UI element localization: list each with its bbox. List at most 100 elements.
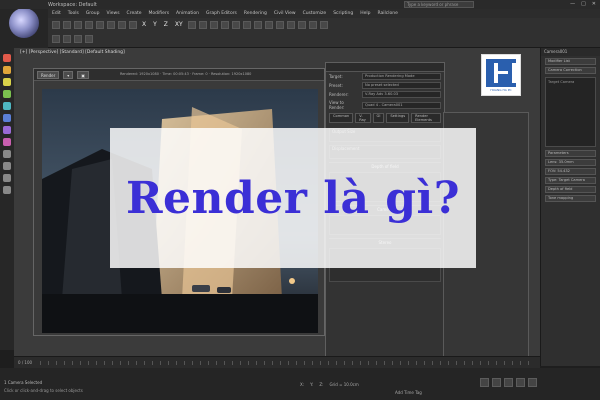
menu-item-edit[interactable]: Edit	[52, 11, 61, 16]
preset-field: Preset: No preset selected	[326, 81, 444, 90]
y-coord-label[interactable]: Y:	[310, 382, 313, 387]
search-input[interactable]: Type a keyword or phrase	[404, 1, 474, 8]
go-to-start-icon[interactable]	[480, 378, 489, 387]
axis-xy-button[interactable]: XY	[173, 21, 185, 29]
tab-render-elements[interactable]: Render Elements	[411, 113, 441, 123]
menu-item-group[interactable]: Group	[86, 11, 100, 16]
snap-icon[interactable]	[220, 21, 229, 29]
tone-mapping-rollout[interactable]: Tone mapping	[545, 195, 596, 202]
go-to-end-icon[interactable]	[528, 378, 537, 387]
render-frame-icon[interactable]	[308, 21, 317, 29]
frame-counter[interactable]: 0 / 100	[18, 360, 32, 365]
dof-rollout[interactable]: Depth of field	[545, 186, 596, 193]
rotate-icon[interactable]	[198, 21, 207, 29]
tab-gi[interactable]: GI	[372, 113, 385, 123]
create-geometry-icon[interactable]	[3, 54, 11, 62]
menu-item-scripting[interactable]: Scripting	[333, 11, 353, 16]
save-icon[interactable]: ▣	[77, 70, 90, 79]
target-field: Target: Production Rendering Mode	[326, 72, 444, 81]
angle-snap-icon[interactable]	[231, 21, 240, 29]
tool-icon[interactable]	[3, 150, 11, 158]
filter-icon[interactable]	[63, 35, 71, 43]
create-lights-icon[interactable]	[3, 78, 11, 86]
scene-explorer-icon[interactable]	[52, 35, 60, 43]
maximize-button[interactable]: □	[581, 1, 586, 7]
align-icon[interactable]	[264, 21, 273, 29]
menu-item-graph-editors[interactable]: Graph Editors	[206, 11, 237, 16]
minimize-button[interactable]: —	[570, 1, 575, 7]
viewport-label[interactable]: [+] [Perspective] [Standard] [Default Sh…	[20, 50, 125, 55]
menu-item-create[interactable]: Create	[127, 11, 142, 16]
target-dropdown[interactable]: Production Rendering Mode	[362, 73, 441, 80]
fov-field[interactable]: FOV: 54.432	[545, 168, 596, 175]
unlink-icon[interactable]	[85, 21, 93, 29]
modifier-stack[interactable]: Target Camera	[545, 77, 596, 147]
view-to-render-dropdown[interactable]: Quad 4 - Camera001	[362, 101, 441, 109]
render-setup-tabs: Common V-Ray GI Settings Render Elements	[326, 111, 444, 125]
render-teapot-icon[interactable]	[319, 21, 328, 29]
parameters-rollout[interactable]: Parameters	[545, 150, 596, 157]
render-setup-icon[interactable]	[297, 21, 306, 29]
next-frame-icon[interactable]	[516, 378, 525, 387]
menu-bar: Edit Tools Group Views Create Modifiers …	[48, 9, 600, 18]
channel-dropdown[interactable]: ▾	[63, 70, 74, 79]
undo-icon[interactable]	[52, 21, 60, 29]
menu-item-help[interactable]: Help	[360, 11, 370, 16]
menu-item-animation[interactable]: Animation	[176, 11, 199, 16]
tool-icon[interactable]	[3, 174, 11, 182]
space-warps-icon[interactable]	[3, 114, 11, 122]
tab-common[interactable]: Common	[329, 113, 354, 123]
modifier-list-dropdown[interactable]: Modifier List	[545, 58, 596, 65]
axis-z-button[interactable]: Z	[162, 21, 170, 29]
x-coord-label[interactable]: X:	[300, 382, 304, 387]
play-icon[interactable]	[504, 378, 513, 387]
select-by-name-icon[interactable]	[118, 21, 126, 29]
axis-y-button[interactable]: Y	[151, 21, 159, 29]
close-button[interactable]: ✕	[592, 1, 596, 7]
bind-icon[interactable]	[96, 21, 104, 29]
menu-item-railclone[interactable]: Railclone	[377, 11, 397, 16]
paint-icon[interactable]	[3, 138, 11, 146]
layer-icon[interactable]	[275, 21, 284, 29]
timeline[interactable]: 0 / 100	[14, 356, 540, 368]
create-helpers-icon[interactable]	[3, 102, 11, 110]
tab-vray[interactable]: V-Ray	[355, 113, 371, 123]
timeline-ticks[interactable]	[40, 360, 532, 365]
axis-x-button[interactable]: X	[140, 21, 148, 29]
render-button[interactable]: Render	[37, 70, 60, 79]
lens-field[interactable]: Lens: 35.0mm	[545, 159, 596, 166]
modifier-stack-item[interactable]: Target Camera	[548, 80, 574, 84]
mirror-icon[interactable]	[253, 21, 262, 29]
scale-icon[interactable]	[209, 21, 218, 29]
redo-icon[interactable]	[63, 21, 71, 29]
object-name[interactable]: Camera001	[541, 48, 600, 56]
tab-settings[interactable]: Settings	[386, 113, 410, 123]
tool-icon[interactable]	[3, 186, 11, 194]
renderer-field: Renderer: V-Ray Adv 3.60.03	[326, 90, 444, 99]
display-icon[interactable]	[74, 35, 82, 43]
menu-item-rendering[interactable]: Rendering	[244, 11, 267, 16]
renderer-dropdown[interactable]: V-Ray Adv 3.60.03	[362, 91, 441, 98]
tool-icon[interactable]	[3, 162, 11, 170]
menu-item-customize[interactable]: Customize	[303, 11, 327, 16]
previous-frame-icon[interactable]	[492, 378, 501, 387]
menu-item-modifiers[interactable]: Modifiers	[149, 11, 170, 16]
link-icon[interactable]	[74, 21, 82, 29]
preset-dropdown[interactable]: No preset selected	[362, 82, 441, 89]
camera-correction-button[interactable]: Camera Correction	[545, 67, 596, 74]
hierarchy-icon[interactable]	[85, 35, 93, 43]
menu-item-tools[interactable]: Tools	[68, 11, 79, 16]
select-icon[interactable]	[107, 21, 115, 29]
z-coord-label[interactable]: Z:	[319, 382, 323, 387]
menu-item-civil-view[interactable]: Civil View	[274, 11, 296, 16]
create-shapes-icon[interactable]	[3, 66, 11, 74]
move-icon[interactable]	[187, 21, 196, 29]
percent-snap-icon[interactable]	[242, 21, 251, 29]
material-editor-icon[interactable]	[286, 21, 295, 29]
menu-item-views[interactable]: Views	[107, 11, 120, 16]
region-select-icon[interactable]	[129, 21, 137, 29]
add-time-tag-button[interactable]: Add Time Tag	[395, 390, 422, 395]
type-field[interactable]: Type: Target Camera	[545, 177, 596, 184]
systems-icon[interactable]	[3, 126, 11, 134]
create-cameras-icon[interactable]	[3, 90, 11, 98]
